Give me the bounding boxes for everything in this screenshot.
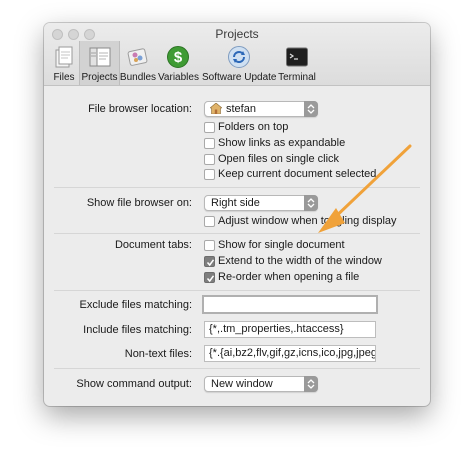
checkmark-icon [206,275,215,283]
chevron-updown-icon [304,101,318,117]
include-files-label: Include files matching: [83,324,192,336]
checkbox-box[interactable] [204,138,215,149]
preferences-window: Projects Files Projects Bundles $ Variab… [44,23,430,406]
adjust-window-label: Adjust window when toggling display [218,215,397,227]
file-browser-location-popup[interactable]: stefan [204,101,318,117]
show-file-browser-on-value: Right side [211,197,260,209]
non-text-files-label: Non-text files: [124,348,192,360]
tab-terminal-label: Terminal [278,72,316,83]
file-browser-location-label: File browser location: [88,103,192,115]
chevron-updown-icon [304,195,318,211]
svg-text:$: $ [174,49,183,66]
open-files-single-click-label: Open files on single click [218,153,340,165]
separator [54,187,420,188]
tab-software-update[interactable]: Software Update [202,41,277,85]
exclude-files-field[interactable] [202,295,378,314]
software-update-icon [228,46,250,68]
home-icon [210,103,222,114]
tab-terminal[interactable]: Terminal [277,41,317,85]
show-command-output-value: New window [211,378,273,390]
show-single-document-label: Show for single document [218,239,345,251]
terminal-icon [286,47,308,67]
checkbox-box[interactable] [204,216,215,227]
variables-icon: $ [167,46,189,68]
non-text-files-field[interactable]: {*.{ai,bz2,flv,gif,gz,icns,ico,jpg,jpeg, [204,345,376,362]
show-file-browser-on-popup[interactable]: Right side [204,195,318,211]
titlebar: Projects Files Projects Bundles $ Variab… [44,23,430,86]
projects-icon [89,47,110,67]
extend-width-label: Extend to the width of the window [218,255,382,267]
tab-projects-label: Projects [81,72,118,83]
tab-files[interactable]: Files [49,41,79,85]
tab-bundles[interactable]: Bundles [119,41,157,85]
checkbox-box[interactable] [204,240,215,251]
separator [54,368,420,369]
checkbox-box[interactable] [204,169,215,180]
folders-on-top-label: Folders on top [218,121,289,133]
chevron-updown-icon [304,376,318,392]
tab-variables-label: Variables [158,72,199,83]
checkbox-box[interactable] [204,154,215,165]
files-icon [55,46,73,68]
tab-projects[interactable]: Projects [79,41,120,85]
keep-current-document-label: Keep current document selected [218,168,377,180]
exclude-files-label: Exclude files matching: [79,299,193,311]
tab-variables[interactable]: $ Variables [158,41,199,85]
separator [54,233,420,234]
checkbox-box[interactable] [204,256,215,267]
tab-software-update-label: Software Update [202,72,277,83]
separator [54,290,420,291]
tab-files-label: Files [53,72,75,83]
reorder-opening-label: Re-order when opening a file [218,271,360,283]
include-files-field[interactable]: {*,.tm_properties,.htaccess} [204,321,376,338]
checkbox-box[interactable] [204,272,215,283]
document-tabs-label: Document tabs: [114,239,192,251]
show-command-output-label: Show command output: [76,378,192,390]
file-browser-location-value: stefan [226,103,256,115]
show-links-expandable-label: Show links as expandable [218,137,346,149]
checkbox-box[interactable] [204,122,215,133]
show-command-output-popup[interactable]: New window [204,376,318,392]
tab-bundles-label: Bundles [119,72,157,83]
bundles-icon [127,48,148,66]
show-file-browser-on-label: Show file browser on: [86,197,192,209]
window-title: Projects [215,27,259,41]
checkmark-icon [206,259,215,267]
